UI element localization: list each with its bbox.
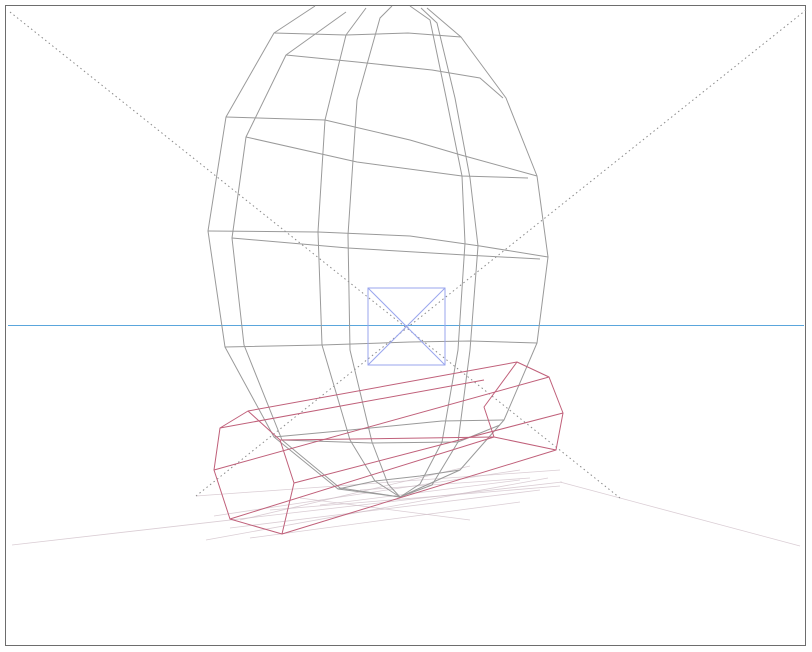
viewport-canvas (0, 0, 812, 652)
wireframe-scene (0, 0, 812, 652)
